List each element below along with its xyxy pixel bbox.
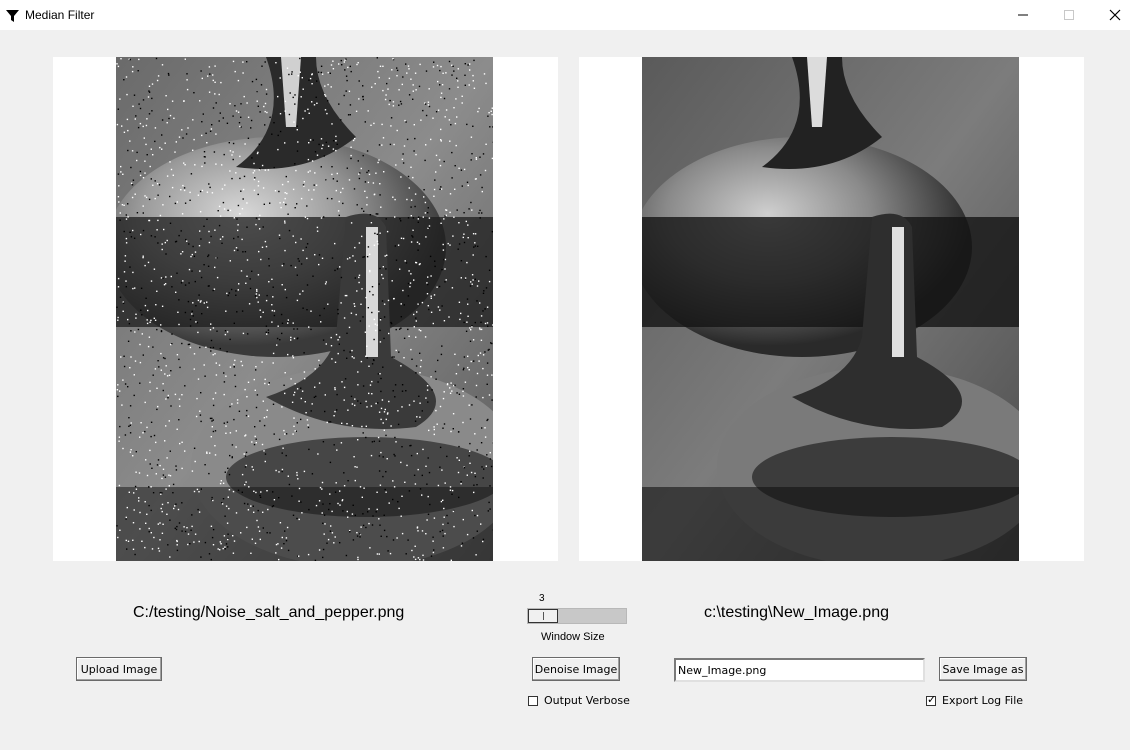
close-icon [1109,9,1121,21]
verbose-checkbox-box[interactable] [528,695,538,706]
output-image-panel [579,57,1084,561]
checkmark-icon: ✓ [927,692,937,706]
window-size-label: Window Size [541,631,605,643]
input-image [116,57,493,561]
export-log-checkbox[interactable]: ✓ Export Log File [926,692,1024,707]
title-bar: Median Filter [0,0,1130,30]
verbose-checkbox-label: Output Verbose [544,694,630,707]
close-button[interactable] [1092,0,1130,30]
export-log-checkbox-label: Export Log File [942,694,1024,707]
window-title: Median Filter [25,8,95,22]
export-log-checkbox-box[interactable]: ✓ [926,692,937,706]
save-image-button[interactable]: Save Image as [939,657,1027,681]
output-filename-input[interactable] [674,658,925,682]
denoise-image-button[interactable]: Denoise Image [532,657,620,681]
minimize-button[interactable] [1000,0,1046,30]
minimize-icon [1018,14,1028,16]
slider-thumb[interactable] [528,609,558,623]
input-file-path: C:/testing/Noise_salt_and_pepper.png [133,604,405,621]
input-image-panel [53,57,558,561]
output-verbose-checkbox[interactable]: Output Verbose [528,694,630,707]
maximize-icon [1064,10,1074,20]
upload-image-button[interactable]: Upload Image [76,657,162,681]
funnel-icon [6,9,19,27]
window-size-value: 3 [539,593,545,604]
output-file-path: c:\testing\New_Image.png [704,604,889,621]
output-image [642,57,1019,561]
maximize-button[interactable] [1046,0,1092,30]
window-size-slider[interactable] [527,608,627,624]
